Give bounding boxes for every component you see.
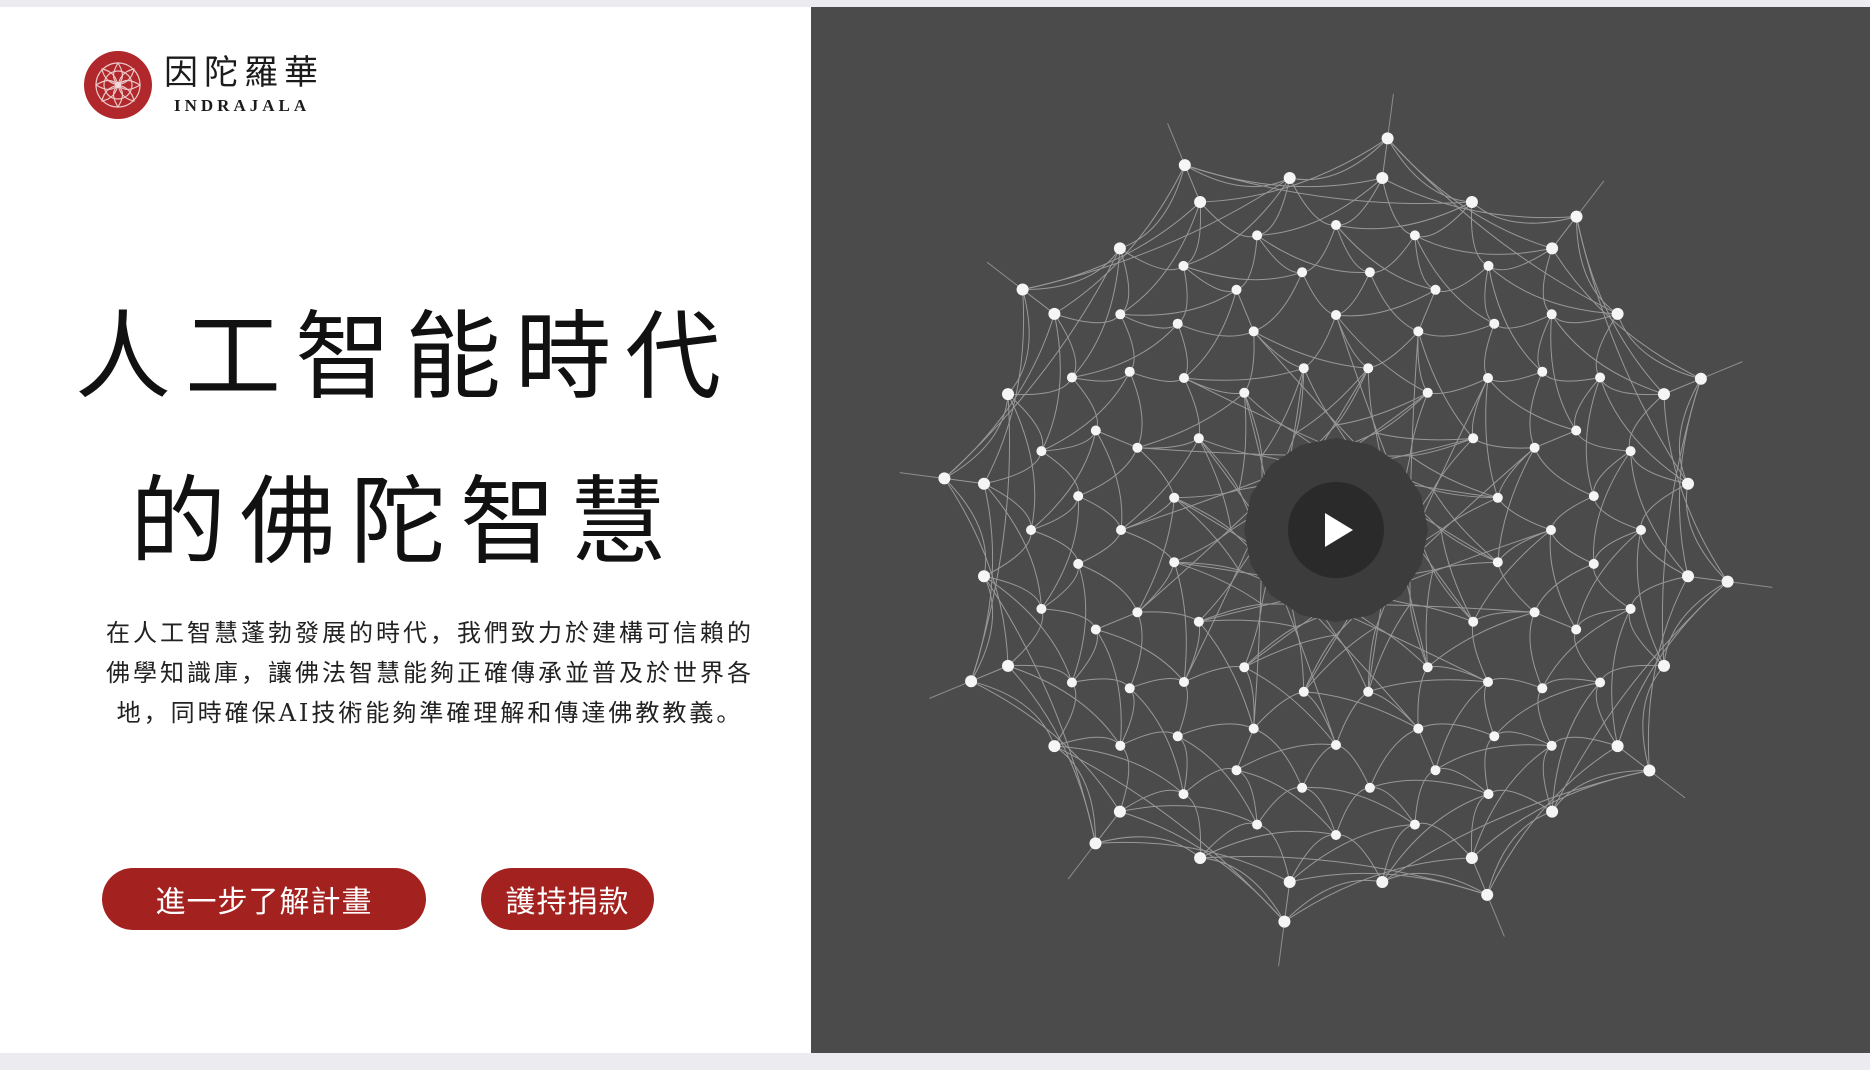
brand-logo[interactable]: 因陀羅華 INDRAJALA: [84, 51, 324, 119]
donate-button[interactable]: 護持捐款: [481, 868, 654, 930]
description-line-2: 佛學知識庫，讓佛法智慧能夠正確傳承並普及於世界各: [106, 659, 754, 687]
page-frame: 因陀羅華 INDRAJALA 人工智能時代 的佛陀智慧 在人工智慧蓬勃發展的時代…: [0, 7, 1870, 1053]
video-player[interactable]: [811, 7, 1870, 1053]
hero-description: 在人工智慧蓬勃發展的時代，我們致力於建構可信賴的 佛學知識庫，讓佛法智慧能夠正確…: [100, 613, 760, 733]
headline-line-1: 人工智能時代: [75, 301, 735, 413]
play-button[interactable]: [1288, 482, 1384, 578]
description-line-3: 地，同時確保AI技術能夠準確理解和傳達佛教教義。: [116, 699, 744, 727]
play-icon: [1325, 513, 1353, 547]
learn-more-button[interactable]: 進一步了解計畫: [102, 868, 426, 930]
hero-text-panel: 因陀羅華 INDRAJALA 人工智能時代 的佛陀智慧 在人工智慧蓬勃發展的時代…: [0, 7, 811, 1053]
lotus-logo-icon: [84, 51, 152, 119]
headline-line-2: 的佛陀智慧: [130, 466, 680, 578]
page-title: 人工智能時代 的佛陀智慧: [60, 275, 750, 605]
brand-name-english: INDRAJALA: [174, 96, 311, 115]
description-line-1: 在人工智慧蓬勃發展的時代，我們致力於建構可信賴的: [106, 619, 754, 647]
brand-name-chinese: 因陀羅華: [164, 53, 324, 93]
